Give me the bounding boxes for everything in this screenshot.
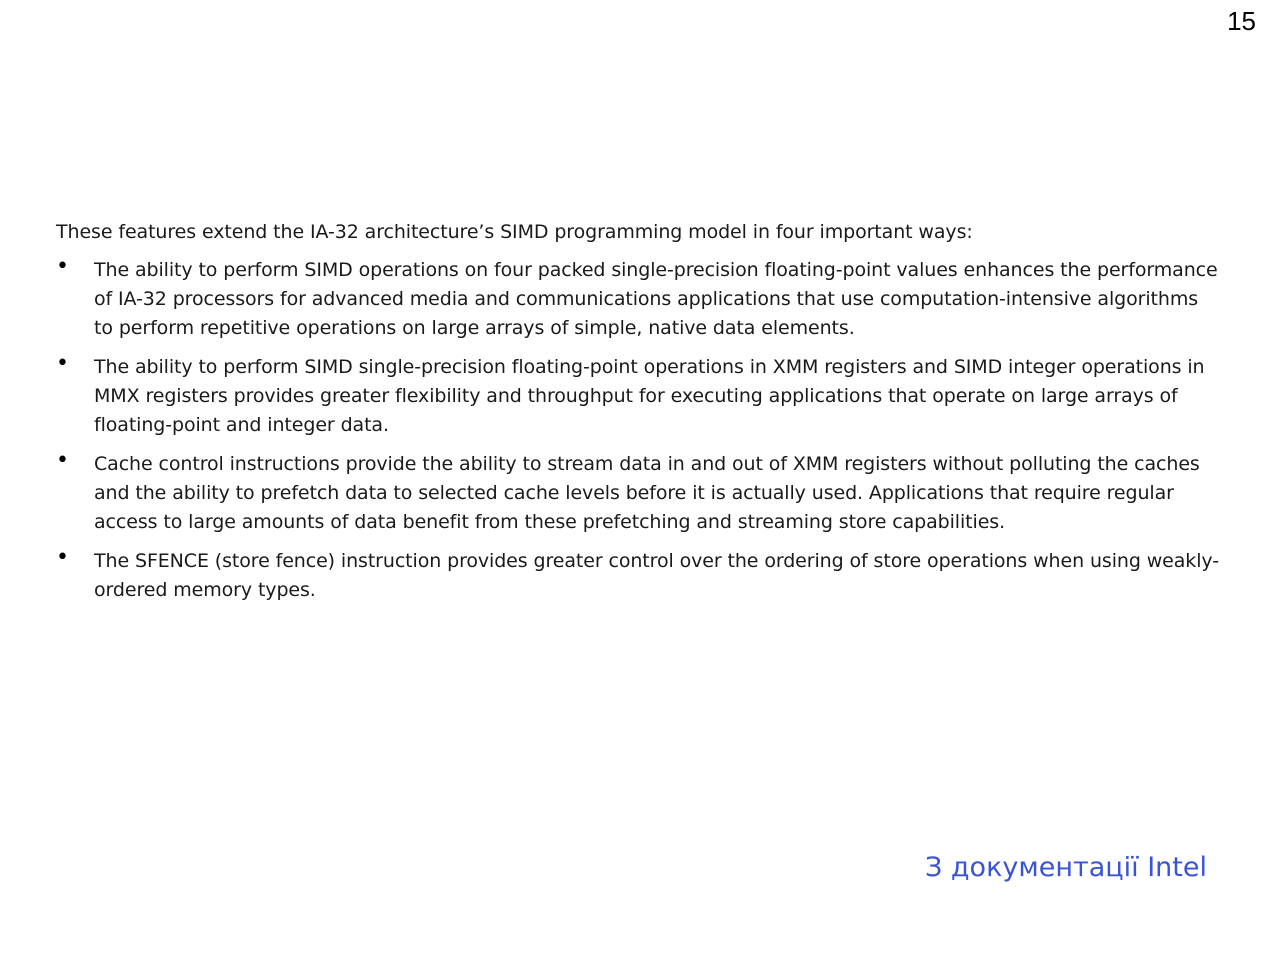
feature-item-cache-control: • Cache control instructions provide the… (56, 448, 1221, 537)
bullet-icon: • (56, 254, 69, 279)
feature-text: Cache control instructions provide the a… (94, 453, 1200, 533)
feature-list: • The ability to perform SIMD operations… (56, 254, 1221, 605)
source-note: З документації Intel (924, 852, 1207, 883)
document-excerpt: These features extend the IA-32 architec… (56, 218, 1221, 615)
feature-item-sfence: • The SFENCE (store fence) instruction p… (56, 545, 1221, 605)
slide-number: 15 (1227, 6, 1256, 36)
bullet-icon: • (56, 545, 69, 570)
feature-item-xmm-mmx: • The ability to perform SIMD single-pre… (56, 351, 1221, 440)
bullet-icon: • (56, 351, 69, 376)
feature-item-simd-packed: • The ability to perform SIMD operations… (56, 254, 1221, 343)
feature-text: The ability to perform SIMD operations o… (94, 259, 1218, 339)
bullet-icon: • (56, 448, 69, 473)
feature-text: The SFENCE (store fence) instruction pro… (94, 550, 1219, 601)
feature-text: The ability to perform SIMD single-preci… (94, 356, 1205, 436)
intro-paragraph: These features extend the IA-32 architec… (56, 221, 973, 243)
